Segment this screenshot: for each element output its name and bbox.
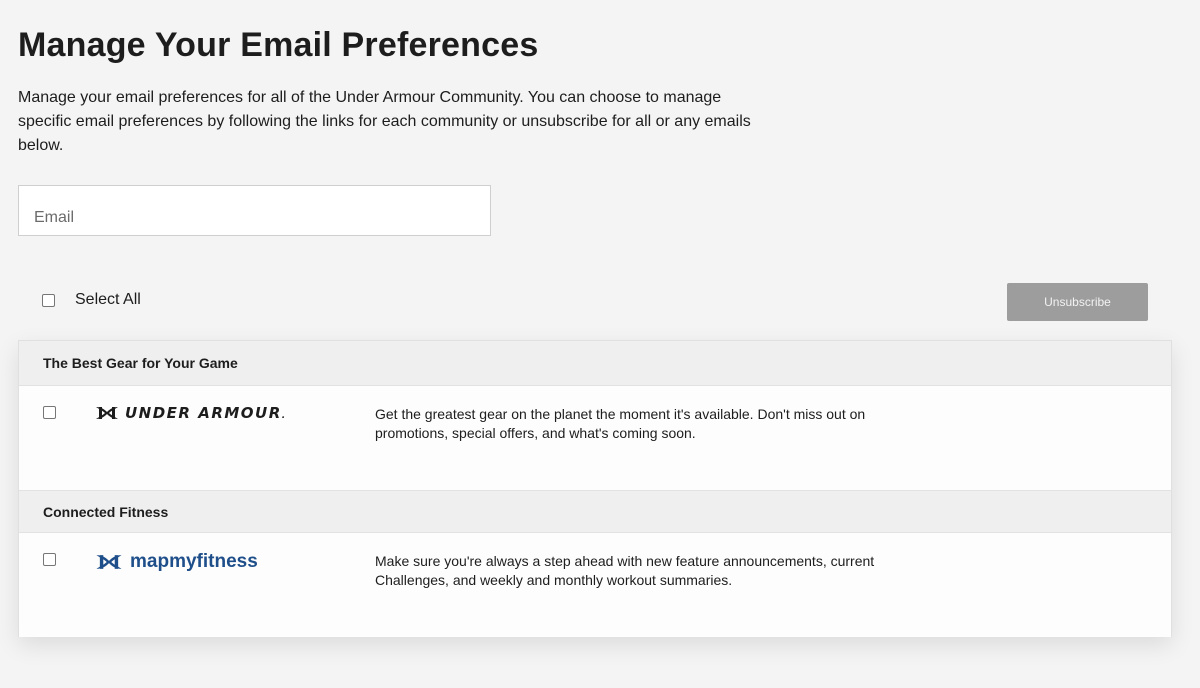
mapmyfitness-checkbox[interactable] xyxy=(43,553,56,566)
under-armour-logo-text: UNDER ARMOUR. xyxy=(125,404,287,422)
subscription-row-under-armour: UNDER ARMOUR. Get the greatest gear on t… xyxy=(19,386,1171,490)
intro-text: Manage your email preferences for all of… xyxy=(18,89,751,154)
under-armour-logo-icon xyxy=(96,555,122,569)
under-armour-logo-icon xyxy=(96,407,118,419)
email-preferences-page: Manage Your Email Preferences Manage you… xyxy=(0,0,1200,688)
mapmyfitness-logo-text: mapmyfitness xyxy=(130,551,258,572)
mapmyfitness-description: Make sure you're always a step ahead wit… xyxy=(375,553,875,588)
select-all-checkbox[interactable] xyxy=(42,293,55,307)
under-armour-description: Get the greatest gear on the planet the … xyxy=(375,406,866,441)
subscription-row-mapmyfitness: mapmyfitness Make sure you're always a s… xyxy=(19,533,1171,637)
select-all-label: Select All xyxy=(75,291,141,308)
section-header-under-armour: The Best Gear for Your Game xyxy=(19,341,1171,386)
under-armour-checkbox[interactable] xyxy=(43,406,56,419)
email-field[interactable] xyxy=(18,185,491,236)
select-all-control[interactable]: Select All xyxy=(42,291,141,309)
section-header-connected-fitness: Connected Fitness xyxy=(19,490,1171,533)
mapmyfitness-logo: mapmyfitness xyxy=(95,551,258,573)
unsubscribe-button[interactable]: Unsubscribe xyxy=(1007,283,1148,321)
under-armour-logo: UNDER ARMOUR. xyxy=(95,404,287,422)
page-title: Manage Your Email Preferences xyxy=(18,26,539,64)
subscriptions-panel: The Best Gear for Your Game UNDER ARMOUR… xyxy=(18,340,1172,637)
